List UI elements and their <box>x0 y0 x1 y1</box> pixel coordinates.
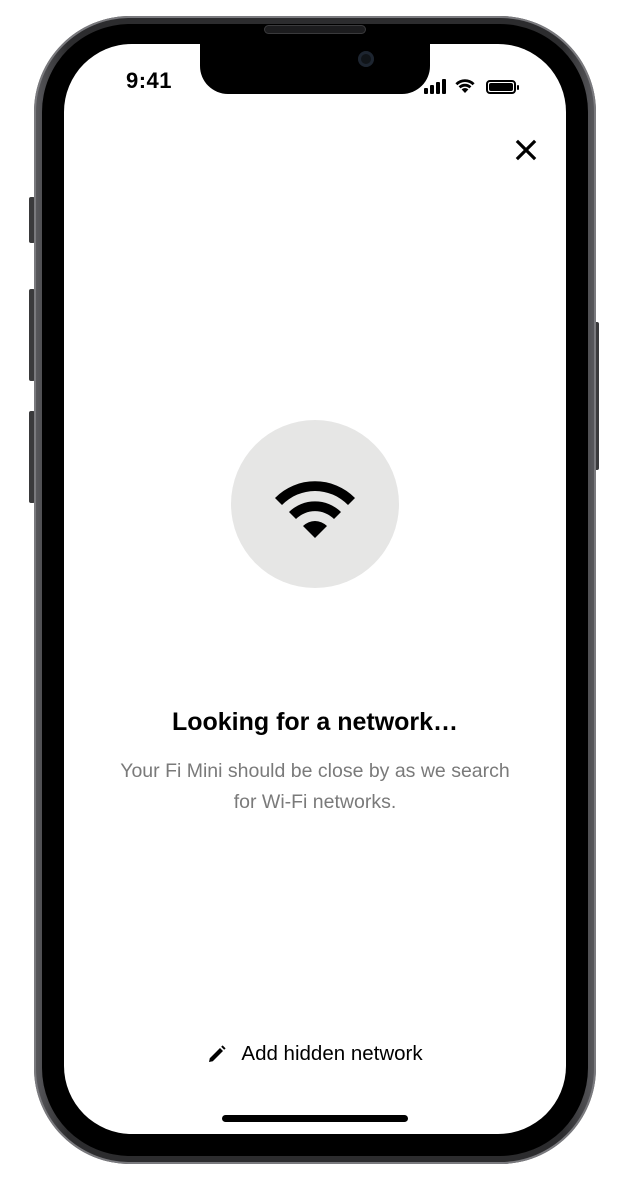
pencil-icon <box>209 1045 226 1062</box>
add-hidden-network-button[interactable]: Add hidden network <box>64 1042 566 1066</box>
notch <box>200 44 430 94</box>
status-icons <box>424 74 519 94</box>
wifi-icon <box>275 481 355 538</box>
add-hidden-network-label: Add hidden network <box>241 1042 423 1065</box>
page-subtitle: Your Fi Mini should be close by as we se… <box>120 760 510 813</box>
page-title: Looking for a network… <box>171 708 459 736</box>
wifi-illustration <box>231 420 399 588</box>
close-icon <box>515 139 537 161</box>
earpiece-speaker <box>264 25 366 34</box>
status-time: 9:41 <box>126 68 173 93</box>
cellular-signal-icon <box>424 78 446 94</box>
wifi-status-icon <box>455 79 475 93</box>
front-camera <box>358 51 374 67</box>
battery-icon <box>486 80 519 94</box>
device-mockup: 9:41 Looking for a network… Your Fi Mini… <box>0 0 636 1180</box>
phone-screen: 9:41 Looking for a network… Your Fi Mini… <box>64 44 566 1134</box>
close-button[interactable] <box>512 136 540 164</box>
home-indicator[interactable] <box>222 1115 408 1122</box>
